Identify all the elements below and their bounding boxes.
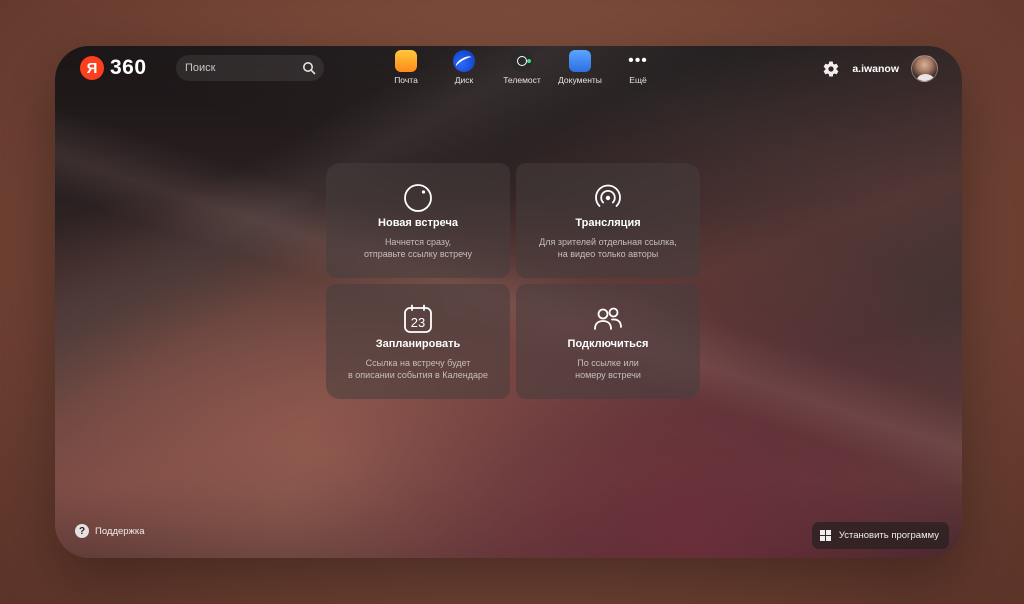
username[interactable]: a.iwanow [852, 63, 899, 75]
windows-icon [819, 530, 831, 541]
service-switcher: Почта Диск Телемост Документы ••• Ещё [377, 50, 667, 85]
card-title: Новая встреча [378, 217, 458, 229]
app-window: Я 360 Поиск Почта Диск Телемост Документ… [55, 46, 962, 558]
avatar[interactable] [911, 55, 938, 82]
top-bar: Я 360 Поиск Почта Диск Телемост Документ… [55, 46, 962, 92]
mail-icon [395, 50, 417, 72]
app-label: Диск [454, 75, 474, 85]
join-people-icon [594, 307, 622, 330]
help-icon: ? [75, 524, 89, 538]
app-label: Почта [394, 75, 418, 85]
disk-icon [453, 50, 475, 72]
card-description: Начнется сразу, отправьте ссылку встречу [363, 237, 473, 259]
app-mail[interactable]: Почта [377, 50, 435, 85]
install-app-button[interactable]: Установить программу [811, 522, 949, 549]
documents-icon [569, 50, 591, 72]
meeting-actions-grid: Новая встреча Начнется сразу, отправьте … [326, 163, 700, 400]
app-documents[interactable]: Документы [551, 50, 609, 85]
card-title: Запланировать [375, 338, 461, 350]
card-description: По ссылке или номеру встречи [575, 358, 641, 380]
more-icon: ••• [628, 52, 648, 69]
logo-text: 360 [110, 56, 147, 79]
yandex-360-logo[interactable]: Я 360 [80, 56, 147, 80]
card-description: Ссылка на встречу будет в описании событ… [348, 358, 488, 380]
support-link[interactable]: ? Поддержка [75, 524, 145, 538]
broadcast-card[interactable]: Трансляция Для зрителей отдельная ссылка… [516, 163, 700, 278]
yandex-logo-icon: Я [80, 56, 104, 80]
user-area: a.iwanow [822, 55, 938, 82]
join-card[interactable]: Подключиться По ссылке или номеру встреч… [516, 284, 700, 399]
app-label: Телемост [503, 75, 541, 85]
calendar-icon: 23 [404, 304, 432, 333]
search-placeholder: Поиск [185, 62, 216, 74]
app-disk[interactable]: Диск [435, 50, 493, 85]
calendar-day: 23 [411, 315, 425, 330]
support-label: Поддержка [95, 525, 145, 537]
search-input[interactable]: Поиск [176, 55, 324, 81]
install-label: Установить программу [838, 530, 939, 541]
card-title: Трансляция [575, 217, 641, 229]
broadcast-icon [595, 184, 621, 207]
app-telemost[interactable]: Телемост [493, 50, 551, 85]
schedule-card[interactable]: 23 Запланировать Ссылка на встречу будет… [326, 284, 510, 399]
app-label: Документы [558, 75, 602, 85]
new-meeting-icon [404, 184, 432, 212]
gear-icon[interactable] [822, 60, 840, 78]
card-title: Подключиться [567, 338, 649, 350]
card-description: Для зрителей отдельная ссылка, на видео … [539, 237, 677, 259]
search-icon[interactable] [302, 61, 316, 75]
new-meeting-card[interactable]: Новая встреча Начнется сразу, отправьте … [326, 163, 510, 278]
telemost-icon [511, 50, 533, 72]
app-more[interactable]: ••• Ещё [609, 50, 667, 86]
app-label: Ещё [629, 75, 647, 85]
